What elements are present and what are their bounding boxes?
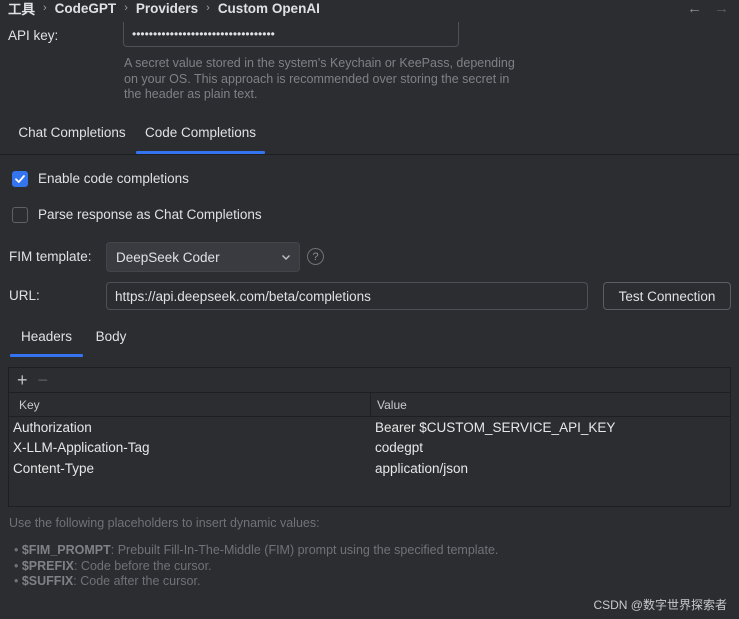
chevron-right-icon: › — [124, 2, 128, 14]
breadcrumb-item-custom-openai: Custom OpenAI — [217, 0, 320, 16]
breadcrumb: 工具 › CodeGPT › Providers › Custom OpenAI — [8, 0, 320, 18]
back-arrow-icon[interactable]: ← — [687, 0, 702, 18]
tab-code-completions[interactable]: Code Completions — [136, 118, 265, 146]
placeholder-item: • $PREFIX: Code before the cursor. — [14, 558, 212, 573]
tabs-divider — [0, 154, 739, 155]
help-icon[interactable]: ? — [307, 248, 324, 265]
breadcrumb-item-codegpt[interactable]: CodeGPT — [55, 1, 117, 16]
column-header-value[interactable]: Value — [371, 393, 730, 416]
table-cell-value[interactable]: codegpt — [371, 438, 730, 459]
placeholders-intro: Use the following placeholders to insert… — [9, 516, 320, 530]
placeholder-item: • $FIM_PROMPT: Prebuilt Fill-In-The-Midd… — [14, 543, 499, 557]
url-label: URL: — [9, 288, 40, 303]
table-cell-key[interactable]: Authorization — [9, 417, 371, 438]
navigation-arrows: ← → — [687, 0, 729, 18]
chevron-down-icon — [282, 255, 290, 260]
enable-code-completions-label[interactable]: Enable code completions — [38, 171, 189, 186]
tab-headers[interactable]: Headers — [10, 322, 83, 350]
api-key-field[interactable]: •••••••••••••••••••••••••••••••••• — [123, 22, 459, 47]
api-key-label: API key: — [8, 28, 59, 43]
fim-template-value: DeepSeek Coder — [116, 249, 220, 265]
table-header: Key Value — [9, 392, 730, 417]
parse-response-label[interactable]: Parse response as Chat Completions — [38, 207, 262, 222]
add-icon[interactable]: + — [17, 370, 28, 391]
chevron-right-icon: › — [206, 2, 210, 14]
chevron-right-icon: › — [43, 2, 47, 14]
column-header-key[interactable]: Key — [9, 393, 371, 416]
url-input[interactable]: https://api.deepseek.com/beta/completion… — [106, 282, 588, 310]
tab-body[interactable]: Body — [84, 322, 138, 350]
table-cell-key[interactable]: Content-Type — [9, 458, 371, 479]
table-row[interactable]: Authorization Bearer $CUSTOM_SERVICE_API… — [9, 417, 730, 438]
fim-template-select[interactable]: DeepSeek Coder — [106, 242, 300, 272]
table-cell-value[interactable]: Bearer $CUSTOM_SERVICE_API_KEY — [371, 417, 730, 438]
remove-icon[interactable]: − — [38, 370, 49, 391]
enable-code-completions-checkbox[interactable] — [12, 171, 28, 187]
subtab-selected-indicator — [10, 354, 83, 357]
checkmark-icon — [15, 175, 25, 183]
forward-arrow-icon[interactable]: → — [714, 0, 729, 18]
breadcrumb-item-providers[interactable]: Providers — [136, 1, 198, 16]
table-cell-value[interactable]: application/json — [371, 458, 730, 479]
watermark: CSDN @数字世界探索者 — [593, 598, 727, 612]
placeholders-list: • $FIM_PROMPT: Prebuilt Fill-In-The-Midd… — [14, 543, 498, 590]
table-toolbar: + − — [9, 368, 730, 392]
breadcrumb-item-tools[interactable]: 工具 — [8, 0, 35, 18]
headers-table: + − Key Value Authorization Bearer $CUST… — [8, 367, 731, 507]
parse-response-checkbox[interactable] — [12, 207, 28, 223]
api-key-hint: A secret value stored in the system's Ke… — [124, 56, 515, 101]
table-cell-key[interactable]: X-LLM-Application-Tag — [9, 438, 371, 459]
fim-template-label: FIM template: — [9, 249, 92, 264]
tab-chat-completions[interactable]: Chat Completions — [10, 118, 134, 146]
placeholder-item: • $SUFFIX: Code after the cursor. — [14, 574, 201, 588]
table-row[interactable]: X-LLM-Application-Tag codegpt — [9, 438, 730, 459]
test-connection-button[interactable]: Test Connection — [603, 282, 731, 310]
table-row[interactable]: Content-Type application/json — [9, 458, 730, 479]
